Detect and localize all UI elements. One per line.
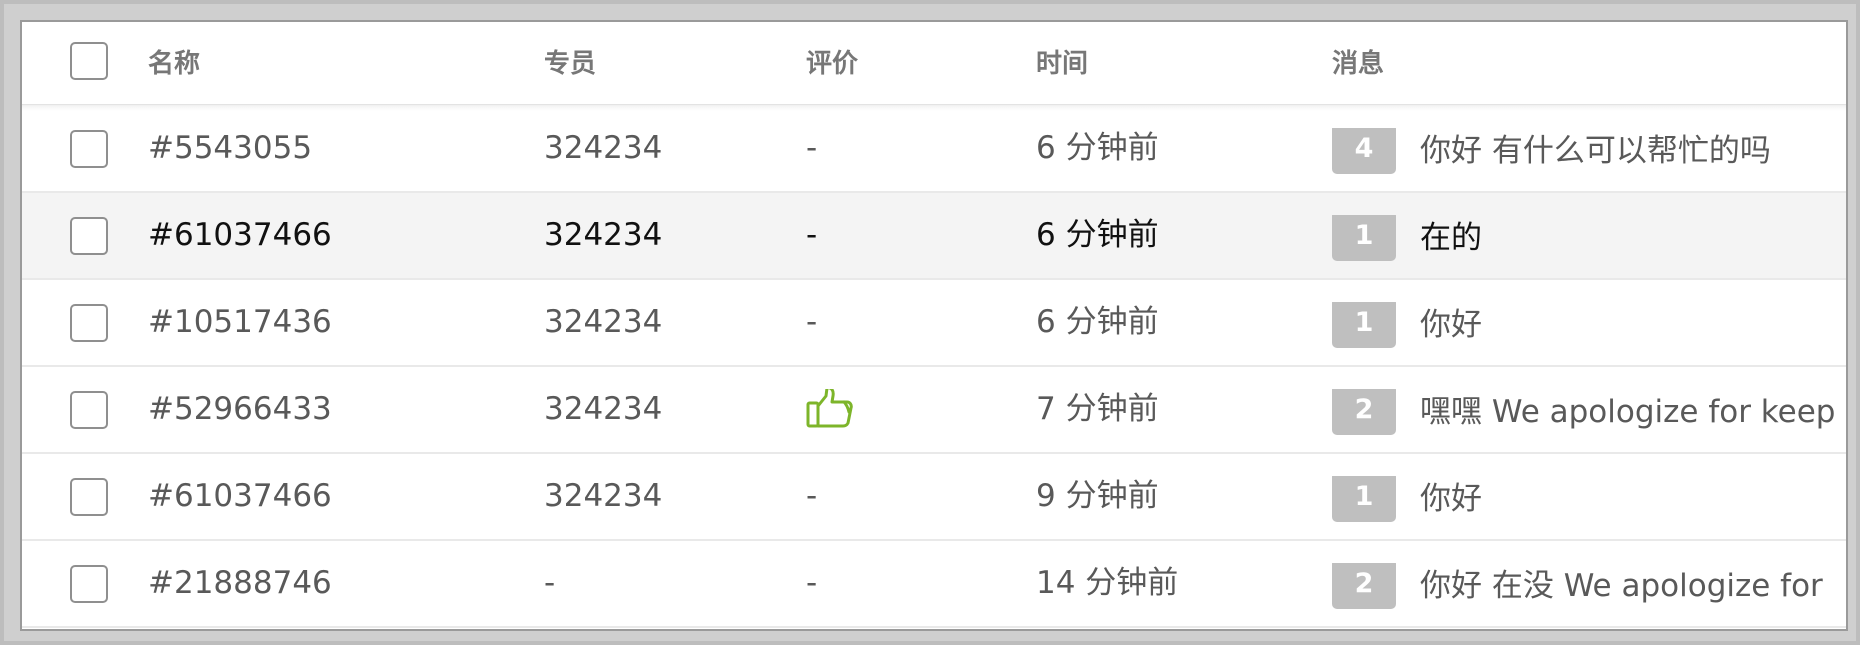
rating-value: - — [806, 478, 818, 514]
message-preview: 2 你好 在没 We apologize for — [1332, 563, 1846, 609]
agent-id: 324234 — [544, 391, 663, 427]
select-all-checkbox[interactable] — [70, 42, 108, 80]
message-text: 你好 在没 We apologize for — [1420, 568, 1823, 604]
message-count-badge: 4 — [1332, 128, 1396, 174]
message-count-badge: 2 — [1332, 389, 1396, 435]
message-text: 嘿嘿 We apologize for keep — [1420, 394, 1836, 430]
conversation-id: #10517436 — [148, 304, 332, 340]
row-checkbox[interactable] — [70, 391, 108, 429]
table-header: 名称 专员 评价 时间 消息 — [22, 22, 1846, 111]
row-checkbox[interactable] — [70, 217, 108, 255]
rating-value — [806, 389, 1006, 439]
message-text: 在的 — [1420, 220, 1482, 256]
conversation-id: #21888746 — [148, 565, 332, 601]
rating-value: - — [806, 130, 818, 166]
time-ago: 6 分钟前 — [1036, 130, 1159, 166]
column-header-rating[interactable]: 评价 — [806, 43, 1006, 80]
row-checkbox[interactable] — [70, 478, 108, 516]
message-text: 你好 — [1420, 307, 1482, 343]
table-row[interactable]: #52966433 324234 7 分钟前 2 嘿嘿 We apologize… — [22, 367, 1846, 454]
agent-id: 324234 — [544, 478, 663, 514]
conversation-id: #61037466 — [148, 217, 332, 253]
message-preview: 2 嘿嘿 We apologize for keep — [1332, 389, 1846, 435]
message-preview: 1 你好 — [1332, 302, 1846, 348]
agent-id: 324234 — [544, 304, 663, 340]
time-ago: 6 分钟前 — [1036, 304, 1159, 340]
column-header-agent[interactable]: 专员 — [544, 43, 784, 80]
conversation-table: 名称 专员 评价 时间 消息 #5543055 324234 - 6 分钟前 4… — [20, 20, 1848, 631]
column-header-name[interactable]: 名称 — [148, 43, 508, 80]
rating-value: - — [806, 304, 818, 340]
message-preview: 1 在的 — [1332, 215, 1846, 261]
column-header-message[interactable]: 消息 — [1332, 43, 1846, 80]
table-row[interactable]: #61037466 324234 - 6 分钟前 1 在的 — [22, 193, 1846, 280]
conversation-id: #5543055 — [148, 130, 313, 166]
window-frame: 名称 专员 评价 时间 消息 #5543055 324234 - 6 分钟前 4… — [0, 0, 1860, 645]
table-row[interactable]: #21888746 - - 14 分钟前 2 你好 在没 We apologiz… — [22, 541, 1846, 628]
table-row[interactable]: #61037466 324234 - 9 分钟前 1 你好 — [22, 454, 1846, 541]
message-preview: 4 你好 有什么可以帮忙的吗 — [1332, 128, 1846, 174]
rating-value: - — [806, 217, 818, 253]
message-count-badge: 1 — [1332, 476, 1396, 522]
column-header-time[interactable]: 时间 — [1036, 43, 1316, 80]
time-ago: 6 分钟前 — [1036, 217, 1159, 253]
message-preview: 1 你好 — [1332, 476, 1846, 522]
rating-value: - — [806, 565, 818, 601]
agent-id: - — [544, 565, 556, 601]
conversation-id: #52966433 — [148, 391, 332, 427]
agent-id: 324234 — [544, 217, 663, 253]
message-text: 你好 有什么可以帮忙的吗 — [1420, 133, 1771, 169]
message-count-badge: 2 — [1332, 563, 1396, 609]
time-ago: 14 分钟前 — [1036, 565, 1179, 601]
message-text: 你好 — [1420, 481, 1482, 517]
agent-id: 324234 — [544, 130, 663, 166]
row-checkbox[interactable] — [70, 565, 108, 603]
row-checkbox[interactable] — [70, 130, 108, 168]
time-ago: 7 分钟前 — [1036, 391, 1159, 427]
table-row[interactable]: #5543055 324234 - 6 分钟前 4 你好 有什么可以帮忙的吗 — [22, 106, 1846, 193]
table-row[interactable]: #10517436 324234 - 6 分钟前 1 你好 — [22, 280, 1846, 367]
row-checkbox[interactable] — [70, 304, 108, 342]
conversation-id: #61037466 — [148, 478, 332, 514]
message-count-badge: 1 — [1332, 302, 1396, 348]
message-count-badge: 1 — [1332, 215, 1396, 261]
time-ago: 9 分钟前 — [1036, 478, 1159, 514]
thumbs-up-icon — [806, 389, 853, 428]
